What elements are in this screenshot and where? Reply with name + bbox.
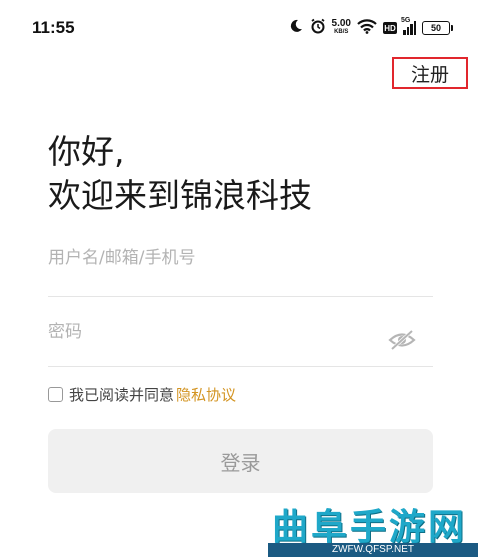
agree-text: 我已阅读并同意: [69, 386, 175, 404]
status-bar: 11:55 5.00 KB/S HD 5G 50: [0, 0, 480, 58]
agree-checkbox[interactable]: [48, 387, 63, 402]
signal-icon: 5G: [401, 17, 416, 35]
watermark-url: ZWFW.QFSP.NET: [268, 543, 478, 557]
eye-hidden-icon[interactable]: [387, 328, 417, 352]
status-icons: 5.00 KB/S HD 5G 50: [288, 16, 453, 40]
network-speed: 5.00 KB/S: [331, 18, 351, 36]
username-field: [48, 248, 433, 297]
privacy-policy-link[interactable]: 隐私协议: [176, 384, 236, 405]
greeting-line-1: 你好,: [48, 132, 125, 171]
alarm-icon: [310, 18, 326, 38]
network-speed-unit: KB/S: [334, 29, 349, 35]
site-watermark: 曲阜手游网 ZWFW.QFSP.NET: [268, 498, 480, 557]
agreement-row: 我已阅读并同意 隐私协议: [48, 384, 236, 405]
battery-icon: 50: [422, 21, 453, 35]
hd-icon: HD: [383, 22, 397, 34]
greeting-line-2: 欢迎来到锦浪科技: [48, 176, 312, 215]
username-input[interactable]: [48, 248, 348, 268]
battery-level: 50: [430, 23, 441, 33]
password-field: [48, 322, 433, 367]
password-input[interactable]: [48, 322, 348, 342]
status-time: 11:55: [32, 18, 75, 37]
register-link[interactable]: 注册: [392, 57, 468, 89]
network-speed-value: 5.00: [331, 18, 351, 29]
moon-icon: [288, 18, 304, 38]
login-button[interactable]: 登录: [48, 429, 433, 493]
greeting: 你好, 欢迎来到锦浪科技: [48, 130, 312, 218]
network-type: 5G: [401, 17, 411, 24]
wifi-icon: [357, 18, 377, 38]
